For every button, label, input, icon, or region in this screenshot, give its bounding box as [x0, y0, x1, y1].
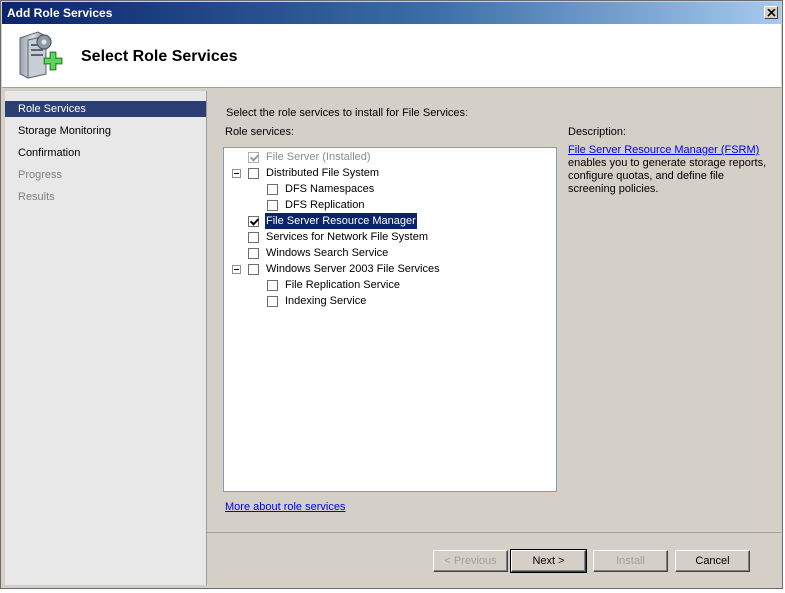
- list-item-label: File Replication Service: [285, 279, 400, 291]
- checkbox-dfs-replication[interactable]: [267, 200, 278, 211]
- checkbox-nfs-services[interactable]: [248, 232, 259, 243]
- wizard-footer: < Previous Next > Install Cancel: [207, 532, 781, 586]
- description-text-block: File Server Resource Manager (FSRM) enab…: [568, 144, 773, 196]
- role-services-label: Role services:: [225, 126, 295, 138]
- list-item[interactable]: DFS Namespaces: [224, 181, 554, 197]
- list-item[interactable]: Indexing Service: [224, 293, 554, 309]
- more-about-role-services-link[interactable]: More about role services: [225, 501, 345, 513]
- add-role-services-window: Add Role Services Select Role Services R…: [0, 0, 783, 589]
- description-label: Description:: [568, 126, 627, 138]
- nav-item-storage-monitoring[interactable]: Storage Monitoring: [5, 123, 206, 139]
- nav-item-role-services[interactable]: Role Services: [5, 101, 206, 117]
- cancel-button[interactable]: Cancel: [675, 550, 750, 572]
- checkbox-fsrm[interactable]: [248, 216, 259, 227]
- list-item-label: File Server (Installed): [266, 151, 371, 163]
- list-item[interactable]: File Server Resource Manager: [224, 213, 554, 229]
- list-item-label: Windows Search Service: [266, 247, 389, 259]
- next-button[interactable]: Next >: [510, 549, 587, 573]
- wizard-nav: Role Services Storage Monitoring Confirm…: [5, 91, 207, 585]
- fsrm-link[interactable]: File Server Resource Manager (FSRM): [568, 144, 759, 156]
- checkbox-dfs-namespaces[interactable]: [267, 184, 278, 195]
- list-item-label: File Server Resource Manager: [265, 213, 417, 229]
- collapse-icon[interactable]: [232, 169, 241, 178]
- list-item[interactable]: Windows Search Service: [224, 245, 554, 261]
- install-button[interactable]: Install: [593, 550, 668, 572]
- list-item[interactable]: DFS Replication: [224, 197, 554, 213]
- list-item-label: Services for Network File System: [266, 231, 428, 243]
- page-title: Select Role Services: [81, 48, 238, 65]
- checkbox-windows-search[interactable]: [248, 248, 259, 259]
- content-panel: Select the role services to install for …: [207, 91, 781, 532]
- previous-button[interactable]: < Previous: [433, 550, 508, 572]
- instruction-text: Select the role services to install for …: [226, 107, 469, 119]
- collapse-icon[interactable]: [232, 265, 241, 274]
- list-item[interactable]: Services for Network File System: [224, 229, 554, 245]
- list-item-label: Indexing Service: [285, 295, 367, 307]
- description-text: enables you to generate storage reports,…: [568, 157, 767, 195]
- checkbox-ws2003-file-services[interactable]: [248, 264, 259, 275]
- wizard-header: Select Role Services: [2, 24, 781, 88]
- close-button[interactable]: [764, 6, 778, 19]
- nav-item-progress: Progress: [18, 169, 63, 181]
- role-services-list[interactable]: File Server (Installed) Distributed File…: [223, 147, 557, 492]
- list-item-label: Distributed File System: [266, 167, 380, 179]
- checkbox-indexing-service[interactable]: [267, 296, 278, 307]
- nav-item-confirmation[interactable]: Confirmation: [5, 145, 206, 161]
- list-item-label: DFS Replication: [285, 199, 365, 211]
- list-item-label: Windows Server 2003 File Services: [266, 263, 440, 275]
- close-icon: [767, 9, 776, 17]
- checkbox-file-server: [248, 152, 259, 163]
- list-item-label: DFS Namespaces: [285, 183, 375, 195]
- nav-item-results: Results: [18, 191, 55, 203]
- server-add-role-icon: [14, 28, 66, 83]
- title-bar[interactable]: Add Role Services: [2, 2, 781, 24]
- list-item[interactable]: File Replication Service: [224, 277, 554, 293]
- checkbox-file-replication[interactable]: [267, 280, 278, 291]
- checkbox-distributed-file-system[interactable]: [248, 168, 259, 179]
- list-item[interactable]: Distributed File System: [224, 165, 554, 181]
- window-title: Add Role Services: [7, 6, 113, 20]
- list-item[interactable]: File Server (Installed): [224, 149, 554, 165]
- list-item[interactable]: Windows Server 2003 File Services: [224, 261, 554, 277]
